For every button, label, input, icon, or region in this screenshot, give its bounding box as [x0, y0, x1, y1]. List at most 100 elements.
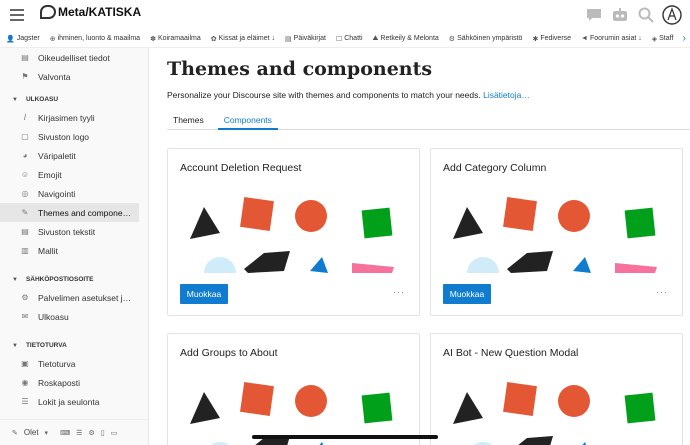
sidebar-section-title: ULKOASU	[25, 96, 59, 103]
logo-mark-icon	[40, 5, 56, 19]
template-icon: ▥	[21, 246, 29, 255]
admin-sidebar: ▤ Oikeudelliset tiedot ⚑ Valvonta ▼ ULKOASU 𝐼 K…	[0, 48, 149, 445]
triangle-shape	[190, 392, 220, 424]
sidebar-section-header[interactable]: ▼ SÄHKÖPOSTIOSOITE	[0, 266, 148, 288]
sidebar-section-header[interactable]: ▼ ULKOASU	[0, 86, 148, 108]
desktop-icon[interactable]: ▭	[111, 429, 118, 437]
category-tag-bar: 👤 Jagster ⊕ ihminen, luonto & maailma ✽ Koira…	[0, 30, 690, 48]
sidebar-section-title: TIETOTURVA	[25, 342, 67, 349]
hiking-icon: ⛰	[372, 34, 379, 42]
component-card[interactable]: Account Deletion Request Muokkaa ···	[167, 148, 420, 316]
sidebar-item-label: Ulkoasu	[38, 311, 69, 322]
sidebar-item[interactable]: ◕ Väripaletit	[0, 146, 148, 165]
flag-icon: ⚑	[21, 72, 29, 81]
sidebar-item-label: Themes and compone…	[38, 207, 132, 218]
sidebar-item[interactable]: ✎ Themes and compone…	[0, 203, 139, 222]
category-tag[interactable]: ◄ Foorumin asiat ↓	[581, 35, 642, 42]
interface-dropdown[interactable]: Olet	[24, 428, 39, 437]
page-description: Personalize your Discourse site with the…	[167, 90, 530, 100]
sidebar-item[interactable]: ▣ Tietoturva	[0, 354, 148, 373]
triangle-shape	[453, 392, 483, 424]
category-tag[interactable]: ☐ Chatti	[336, 35, 363, 43]
chat-bubble-icon[interactable]	[584, 5, 604, 25]
chevron-down-icon: ▼	[12, 277, 18, 283]
category-tag[interactable]: ✽ Koiramaailma	[150, 35, 201, 43]
sidebar-item[interactable]: ▢ Sivuston logo	[0, 127, 148, 146]
sidebar-item-label: Väripaletit	[38, 150, 76, 161]
sidebar-item[interactable]: ◎ Navigointi	[0, 184, 148, 203]
category-tag[interactable]: ⚙ Sähköinen ympäristö	[449, 35, 523, 43]
home-indicator	[252, 435, 438, 439]
chat-icon: ☐	[335, 35, 343, 43]
circle-shape	[558, 385, 590, 417]
category-tag[interactable]: ⛰ Retkeily & Melonta	[373, 35, 439, 43]
chevron-right-icon[interactable]: ›	[683, 33, 686, 44]
tab-components[interactable]: Components	[217, 110, 278, 130]
more-options-icon[interactable]: ···	[393, 287, 405, 297]
component-placeholder-art	[190, 197, 394, 273]
sidebar-item[interactable]: ☺ Emojit	[0, 165, 148, 184]
category-tag[interactable]: ◈ Staff	[652, 35, 674, 43]
lock-icon: ▣	[21, 359, 29, 368]
category-tag-label: Päiväkirjat	[293, 35, 326, 42]
site-logo[interactable]: Meta/KATISKA	[40, 5, 141, 19]
user-avatar-icon[interactable]	[662, 5, 682, 25]
gear-icon[interactable]: ⚙	[88, 429, 94, 437]
category-tag-label: Sähköinen ympäristö	[457, 35, 523, 42]
edit-button[interactable]: Muokkaa	[180, 284, 228, 304]
envelope-icon: ✉	[21, 312, 29, 321]
robot-icon[interactable]	[610, 5, 630, 25]
sidebar-section-header[interactable]: ▼ TIETOTURVA	[0, 332, 148, 354]
sliders-icon[interactable]: ☰	[76, 429, 82, 437]
edit-button[interactable]: Muokkaa	[443, 284, 491, 304]
sidebar-item-label: Oikeudelliset tiedot	[38, 52, 110, 63]
image-icon: ▢	[21, 132, 29, 141]
mobile-icon[interactable]: ▯	[101, 429, 105, 437]
square-shape	[503, 382, 537, 416]
component-card-title: Add Groups to About	[180, 347, 278, 359]
category-tag[interactable]: 👤 Jagster	[6, 35, 40, 43]
sidebar-item[interactable]: ◉ Roskaposti	[0, 373, 148, 392]
sidebar-item-label: Sivuston tekstit	[38, 226, 96, 237]
category-tag-label: Retkeily & Melonta	[380, 35, 439, 42]
category-tag[interactable]: ▤ Päiväkirjat	[285, 35, 326, 43]
sidebar-item[interactable]: ⚑ Valvonta	[0, 67, 148, 86]
gear-icon: ⚙	[21, 293, 29, 302]
sidebar-item[interactable]: ▥ Mallit	[0, 241, 148, 260]
tab-themes[interactable]: Themes	[167, 110, 210, 130]
sidebar-item[interactable]: ✉ Ulkoasu	[0, 307, 148, 326]
sidebar-item[interactable]: ☰ Lokit ja seulonta	[0, 392, 148, 411]
category-tag[interactable]: ✱ Fediverse	[532, 35, 571, 43]
semicircle-shape	[467, 257, 499, 273]
search-icon[interactable]	[636, 5, 656, 25]
square-shape	[361, 207, 393, 239]
hamburger-menu-icon[interactable]	[10, 9, 24, 21]
circle-shape	[295, 385, 327, 417]
palette-icon: ◕	[22, 151, 28, 160]
category-tag[interactable]: ⊕ ihminen, luonto & maailma	[50, 35, 140, 43]
component-card[interactable]: Add Category Column Muokkaa ···	[430, 148, 683, 316]
keyboard-icon[interactable]: ⌨	[60, 429, 70, 437]
cat-icon: ✿	[210, 35, 217, 43]
sidebar-item-label: Navigointi	[38, 188, 76, 199]
quad-shape	[352, 263, 394, 273]
book-icon: ▤	[285, 35, 292, 43]
category-tag[interactable]: ✿ Kissat ja eläimet ↓	[211, 35, 275, 43]
sidebar-item-label: Lokit ja seulonta	[38, 396, 100, 407]
more-options-icon[interactable]: ···	[656, 287, 668, 297]
chevron-down-icon: ▼	[12, 343, 18, 349]
chevron-down-icon[interactable]: ▾	[45, 429, 49, 437]
sidebar-item[interactable]: ▤ Oikeudelliset tiedot	[0, 48, 148, 67]
sidebar-item[interactable]: ⚙ Palvelimen asetukset j…	[0, 288, 148, 307]
sidebar-item[interactable]: 𝐼 Kirjasimen tyyli	[0, 108, 148, 127]
component-card[interactable]: AI Bot - New Question Modal	[430, 333, 683, 445]
paintbrush-icon: ✎	[12, 429, 18, 437]
component-card[interactable]: Add Groups to About	[167, 333, 420, 445]
sidebar-item[interactable]: ▤ Sivuston tekstit	[0, 222, 148, 241]
category-tag-label: Kissat ja eläimet ↓	[218, 35, 276, 42]
learn-more-link[interactable]: Lisätietoja…	[483, 90, 530, 100]
circle-shape	[558, 200, 590, 232]
component-card-title: AI Bot - New Question Modal	[443, 347, 579, 359]
site-header: Meta/KATISKA	[0, 0, 690, 32]
